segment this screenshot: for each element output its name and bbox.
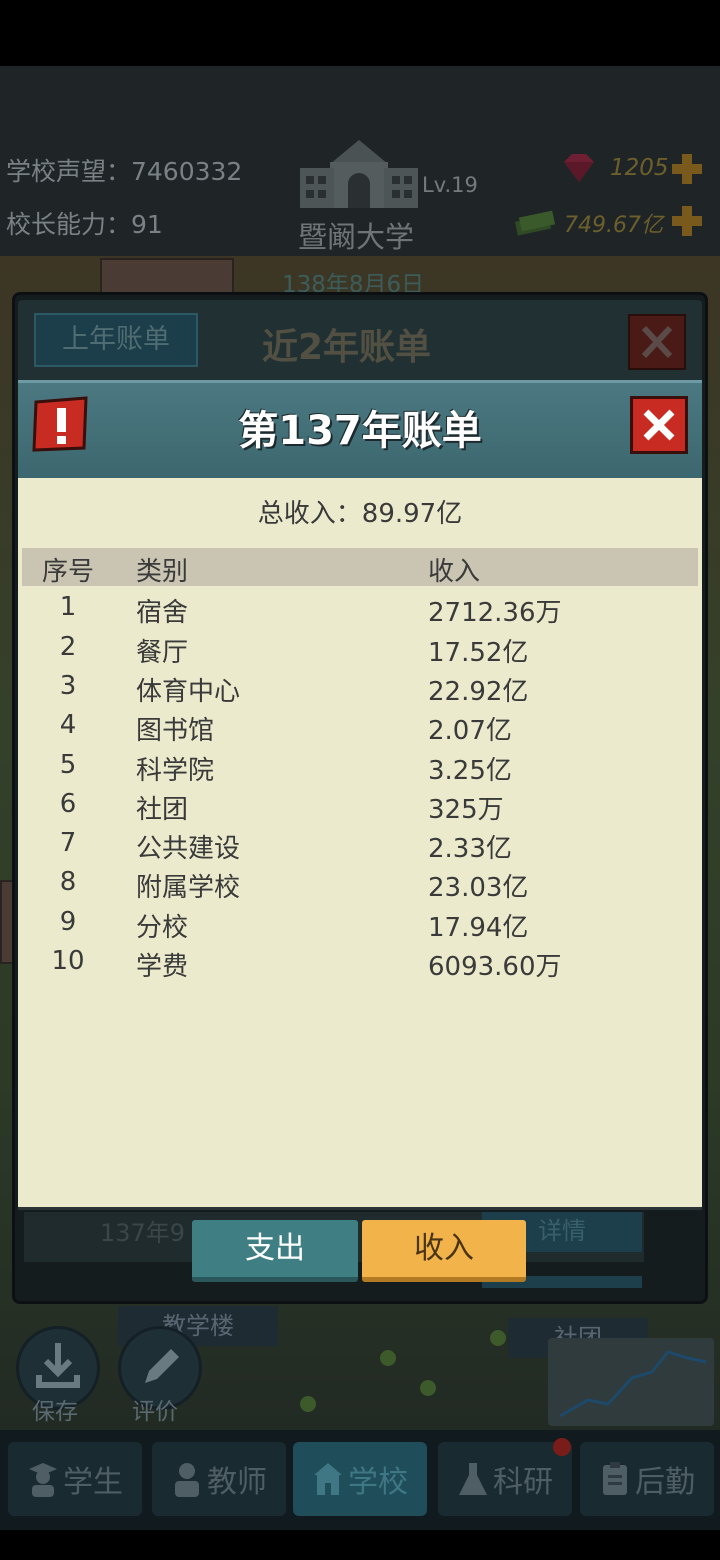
row-income: 17.52亿 xyxy=(428,638,529,668)
add-money-plus-icon[interactable] xyxy=(670,204,704,238)
nav-research[interactable]: 科研 xyxy=(438,1442,572,1516)
money-icon xyxy=(514,210,556,236)
bills-dialog-close-button[interactable] xyxy=(628,314,686,370)
status-bar xyxy=(0,0,720,66)
row-index: 3 xyxy=(59,671,77,701)
close-icon xyxy=(641,325,673,359)
last-year-bill-button[interactable]: 上年账单 xyxy=(34,313,198,367)
nav-teachers-label: 教师 xyxy=(207,1465,267,1500)
table-header xyxy=(22,548,698,586)
column-header-index: 序号 xyxy=(41,557,94,587)
save-label: 保存 xyxy=(32,1399,78,1425)
school-building-icon xyxy=(300,140,418,208)
row-index: 1 xyxy=(59,592,77,622)
alert-icon xyxy=(32,396,88,452)
bills-dialog-title: 近2年账单 xyxy=(262,327,432,368)
column-header-income: 收入 xyxy=(428,557,481,587)
row-index: 7 xyxy=(59,828,77,858)
column-header-category: 类别 xyxy=(136,557,189,587)
total-income: 总收入：89.97亿 xyxy=(257,499,463,529)
row-income: 2.33亿 xyxy=(428,834,512,864)
money-amount: 749.67亿 xyxy=(564,213,663,238)
row-category: 社团 xyxy=(136,795,189,825)
row-index: 6 xyxy=(59,789,77,819)
row-index: 5 xyxy=(59,750,77,780)
row-category: 分校 xyxy=(136,913,189,943)
row-index: 4 xyxy=(59,710,77,740)
clipboard-icon xyxy=(603,1462,627,1495)
nav-students-label: 学生 xyxy=(63,1465,123,1500)
school-icon xyxy=(314,1463,342,1495)
row-category: 图书馆 xyxy=(136,716,215,746)
gesture-bar xyxy=(0,1530,720,1560)
row-income: 2.07亿 xyxy=(428,716,512,746)
row-income: 325万 xyxy=(428,795,504,825)
row-index: 8 xyxy=(59,867,77,897)
row-income: 23.03亿 xyxy=(428,873,529,903)
row-category: 科学院 xyxy=(136,756,215,786)
principal-ability-label: 校长能力：91 xyxy=(6,210,163,239)
row-income: 2712.36万 xyxy=(428,598,562,628)
row-category: 附属学校 xyxy=(136,873,241,903)
add-gems-plus-icon[interactable] xyxy=(670,152,704,186)
nav-logistics[interactable]: 后勤 xyxy=(580,1442,714,1516)
nav-school-label: 学校 xyxy=(348,1465,408,1500)
tab-expense[interactable]: 支出 xyxy=(192,1220,358,1282)
nav-research-label: 科研 xyxy=(493,1465,553,1500)
row-category: 体育中心 xyxy=(136,677,241,707)
map-tree xyxy=(420,1380,436,1396)
gem-icon xyxy=(564,154,594,182)
year-bill-close-button[interactable] xyxy=(630,396,688,454)
row-income: 17.94亿 xyxy=(428,913,529,943)
row-category: 学费 xyxy=(136,952,189,982)
row-income: 22.92亿 xyxy=(428,677,529,707)
student-icon xyxy=(29,1463,57,1497)
school-name: 暨阚大学 xyxy=(298,220,415,254)
trend-line-icon xyxy=(559,1350,707,1418)
map-tree xyxy=(300,1396,316,1412)
map-tree xyxy=(380,1350,396,1366)
gem-count: 1205 xyxy=(610,155,669,181)
school-level: Lv.19 xyxy=(422,173,478,197)
nav-students[interactable]: 学生 xyxy=(8,1442,142,1516)
bills-dialog-row-text: 137年9 xyxy=(100,1219,186,1247)
notification-dot xyxy=(553,1438,571,1456)
nav-school[interactable]: 学校 xyxy=(293,1442,427,1516)
flask-icon xyxy=(459,1463,487,1495)
trend-mini-chart[interactable] xyxy=(548,1338,714,1426)
row-index: 2 xyxy=(59,632,77,662)
reputation-label: 学校声望：7460332 xyxy=(6,157,243,186)
row-index: 9 xyxy=(59,907,77,937)
teacher-icon xyxy=(175,1463,199,1497)
review-label: 评价 xyxy=(132,1399,178,1425)
row-income: 3.25亿 xyxy=(428,756,512,786)
nav-teachers[interactable]: 教师 xyxy=(152,1442,286,1516)
year-bill-body xyxy=(18,478,702,1210)
row-category: 宿舍 xyxy=(136,598,189,628)
close-icon xyxy=(643,409,675,441)
row-index: 10 xyxy=(51,946,85,976)
row-income: 6093.60万 xyxy=(428,952,562,982)
row-category: 公共建设 xyxy=(136,834,241,864)
map-tree xyxy=(490,1330,506,1346)
tab-income[interactable]: 收入 xyxy=(362,1220,526,1282)
nav-logistics-label: 后勤 xyxy=(635,1465,695,1500)
row-category: 餐厅 xyxy=(136,638,189,668)
year-bill-title: 第137年账单 xyxy=(238,408,482,454)
